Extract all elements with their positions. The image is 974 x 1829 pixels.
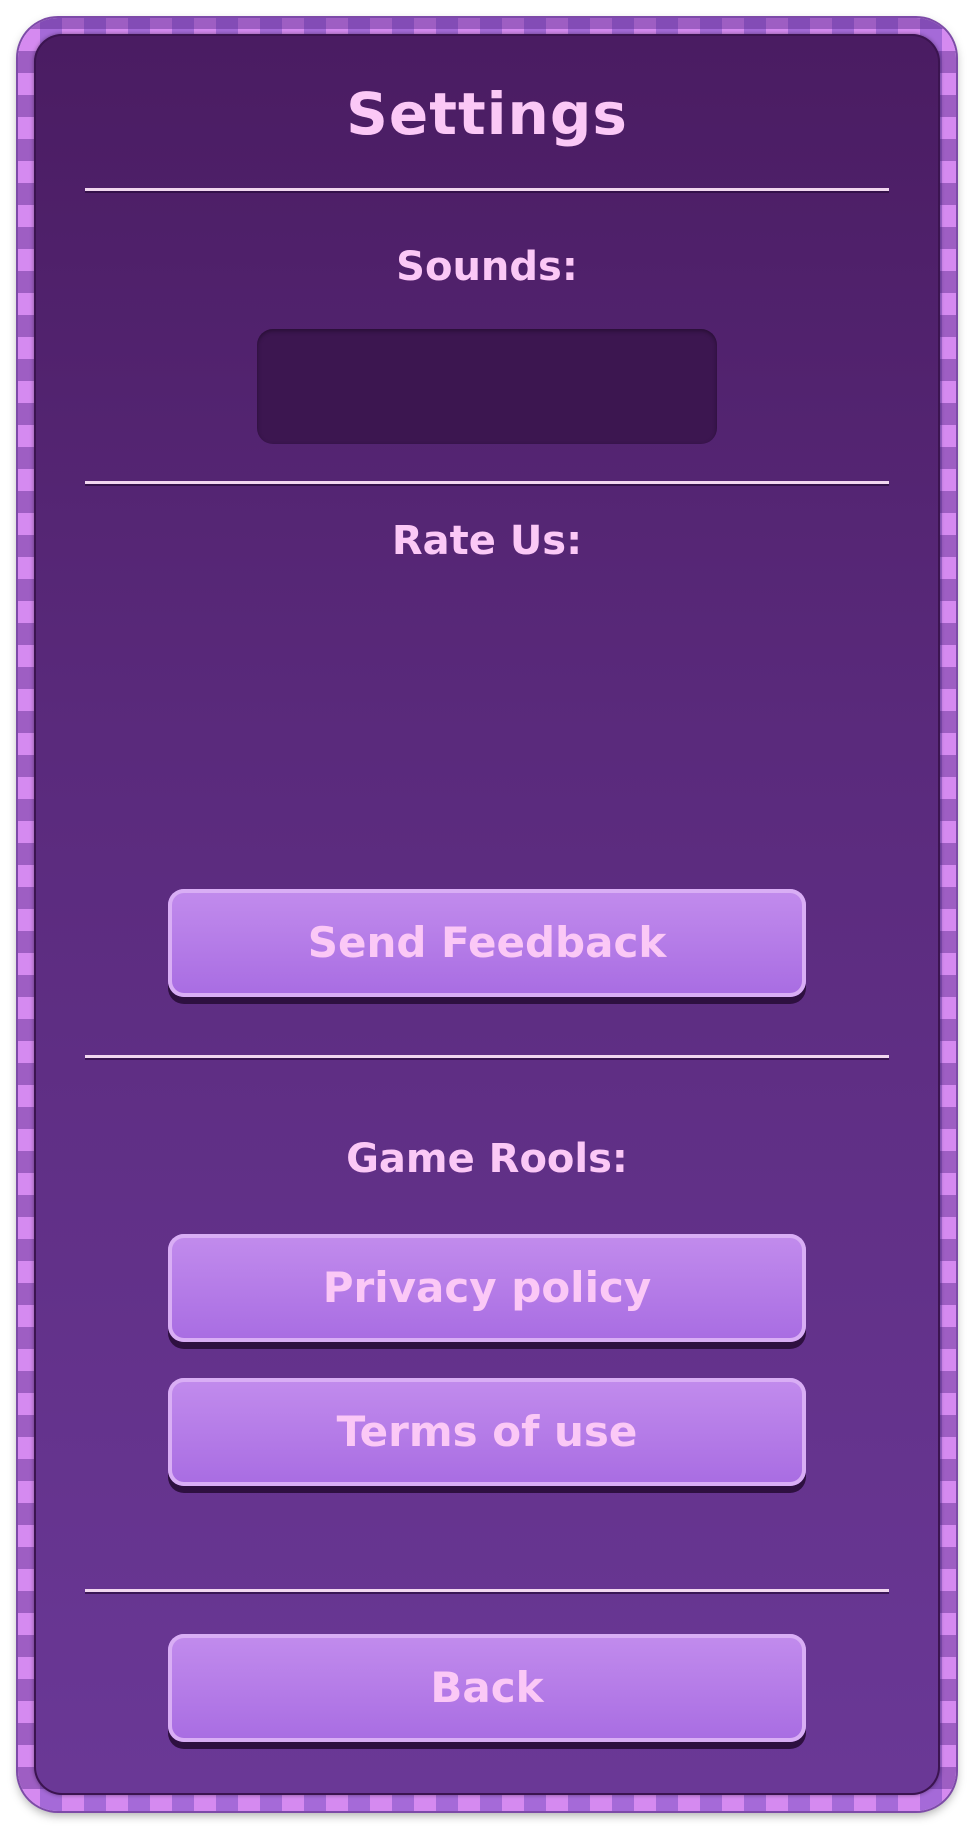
divider-top [85, 188, 889, 191]
privacy-policy-button[interactable]: Privacy policy [168, 1234, 806, 1342]
back-button[interactable]: Back [168, 1634, 806, 1742]
game-rules-label: Game Rools: [346, 1136, 628, 1182]
divider-sounds [85, 481, 889, 484]
divider-bottom [85, 1589, 889, 1592]
terms-of-use-button[interactable]: Terms of use [168, 1378, 806, 1486]
send-feedback-button[interactable]: Send Feedback [168, 889, 806, 997]
sounds-toggle-slot[interactable] [257, 329, 717, 444]
sounds-label: Sounds: [396, 244, 578, 290]
rate-us-label: Rate Us: [391, 518, 583, 564]
page-title: Settings [346, 80, 628, 148]
divider-feedback [85, 1055, 889, 1058]
